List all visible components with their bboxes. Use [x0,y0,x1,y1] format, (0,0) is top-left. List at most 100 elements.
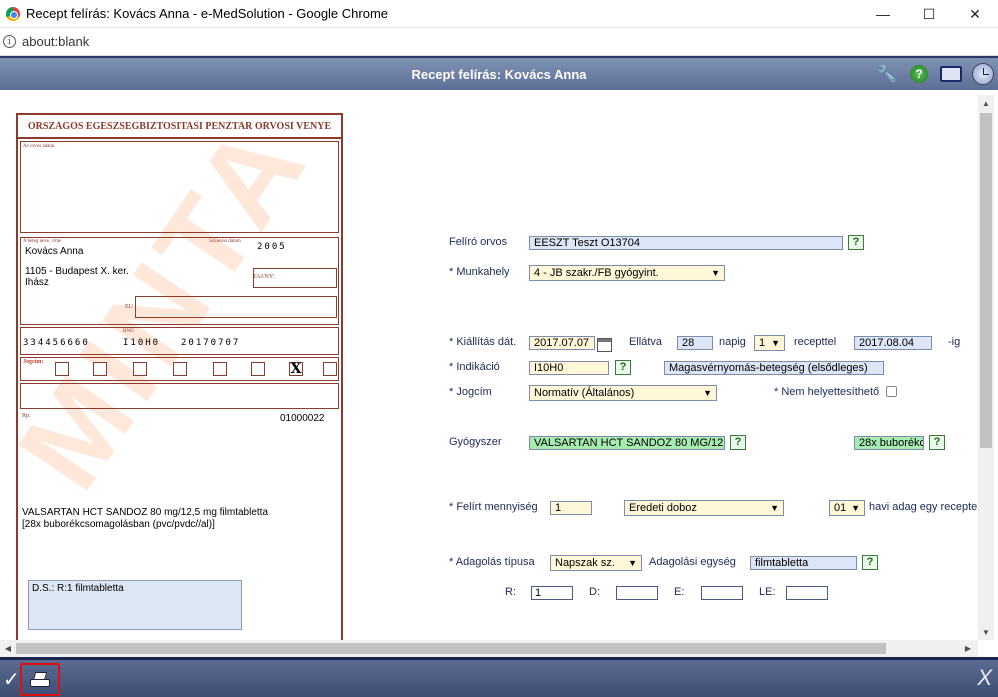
rx-drug-line2: [28x buborékcsomagolásban (pvc/pvdc//al)… [22,519,215,530]
kiszereles-field[interactable]: 28x buborékc [854,436,924,450]
maximize-button[interactable]: ☐ [906,0,952,28]
scroll-right-icon[interactable]: ▶ [960,640,976,657]
kiszereles-help-button[interactable]: ? [929,435,945,450]
clock-button[interactable] [972,63,994,85]
rx-header: ORSZAGOS EGESZSEGBIZTOSITASI PENZTAR ORV… [18,115,341,139]
munkahely-value: 4 - JB szakr./FB gyógyint. [534,267,659,279]
end-date-field[interactable]: 2017.08.04 [854,336,932,350]
eu-box [135,296,337,318]
havi-adag-value: 01 [834,502,847,514]
le-label: LE: [759,586,776,598]
footer-toolbar: ✓ X [0,657,998,697]
screen-button[interactable] [940,63,962,85]
rx-bno-code: I10H0 [123,338,161,348]
vertical-scroll-thumb[interactable] [980,113,992,448]
address-bar[interactable]: i about:blank [0,28,998,56]
info-icon[interactable]: i [3,35,16,48]
scroll-down-icon[interactable]: ▼ [978,624,994,640]
rx-patient-address1: 1105 - Budapest X. ker. [25,266,129,277]
ig-label: -ig [948,336,961,348]
felíro-orvos-field[interactable]: EESZT Teszt O13704 [529,236,843,250]
ellatva-label: Ellátva [629,336,663,348]
gyogyszer-field[interactable]: VALSARTAN HCT SANDOZ 80 MG/12. [529,436,725,450]
indikacio-help-button[interactable]: ? [615,360,631,375]
adagolasi-egyseg-label: Adagolási egység [649,556,736,568]
doctor-data-box: Az orvos adatai [20,141,339,233]
id-numbers-box: 334456660 BNO I10H0 20170707 [20,327,339,355]
adagolasi-egyseg-help-button[interactable]: ? [862,555,878,570]
chevron-down-icon: ▼ [703,388,712,398]
recept-count-select[interactable]: 1 ▼ [754,335,785,351]
patient-data-box: A beteg neve, címe Születési dátum 2005 … [20,237,339,325]
horizontal-scrollbar[interactable]: ◀ ▶ [0,640,978,657]
ellatva-days-field[interactable]: 28 [677,336,713,350]
jogcim-checkbox-3 [133,362,147,376]
gyogyszer-label: Gyógyszer [449,436,502,448]
rx-date-digits: 20170707 [181,338,241,348]
d-label: D: [589,586,600,598]
indikacio-text-field: Magasvérnyomás-betegség (elsődleges) [664,361,884,375]
jogcim-checkbox-6 [251,362,265,376]
patient-label: A beteg neve, címe [23,239,62,244]
munkahely-label: * Munkahely [449,266,510,278]
jogcim-checkbox-4 [173,362,187,376]
kiallitas-date-field[interactable]: 2017.07.07 [529,336,595,350]
vertical-scrollbar[interactable]: ▲ ▼ [978,95,994,640]
d-dose-field[interactable] [616,586,658,600]
jogcim-select[interactable]: Normatív (Általános) ▼ [529,385,717,401]
close-window-button[interactable]: ✕ [952,0,998,28]
recepttel-label: recepttel [794,336,837,348]
felíro-orvos-help-button[interactable]: ? [848,235,864,250]
indikacio-code-field[interactable]: I10H0 [529,361,609,375]
birth-year: 2005 [257,242,287,252]
nem-helyettesitheto-label: * Nem helyettesíthető [774,386,880,398]
scroll-up-icon[interactable]: ▲ [978,95,994,111]
munkahely-select[interactable]: 4 - JB szakr./FB gyógyint. ▼ [529,265,725,281]
window-title: Recept felírás: Kovács Anna - e-MedSolut… [26,6,389,21]
chevron-down-icon: ▼ [851,503,860,513]
ds-textarea[interactable]: D.S.: R:1 filmtabletta [28,580,242,630]
rx-patient-name: Kovács Anna [25,246,84,257]
havi-adag-select[interactable]: 01 ▼ [829,500,865,516]
gyogyszer-help-button[interactable]: ? [730,435,746,450]
jogcim-checkbox-5 [213,362,227,376]
adagolas-tipus-select[interactable]: Napszak sz. ▼ [550,555,642,571]
jogcim-checkbox-x: X [289,361,303,377]
horizontal-scroll-thumb[interactable] [16,643,886,654]
rx-jogcim-label: Jogcím: [23,359,44,365]
clock-icon [972,63,994,85]
prescription-preview: MINTA ORSZAGOS EGESZSEGBIZTOSITASI PENZT… [16,113,343,640]
taj-box [253,268,337,288]
e-dose-field[interactable] [701,586,743,600]
chevron-down-icon: ▼ [771,338,780,348]
help-button[interactable]: ? [908,63,930,85]
app-title: Recept felírás: Kovács Anna [411,66,587,82]
le-dose-field[interactable] [786,586,828,600]
mennyiseg-field[interactable]: 1 [550,501,592,515]
minimize-button[interactable]: — [860,0,906,28]
printer-icon [30,671,50,689]
close-icon[interactable]: X [977,665,992,691]
rx-taj-number: 334456660 [23,338,90,348]
print-button[interactable] [20,663,60,696]
help-icon: ? [910,65,928,83]
doctor-label: Az orvos adatai [23,144,55,149]
chevron-down-icon: ▼ [628,558,637,568]
r-dose-field[interactable]: 1 [531,586,573,600]
napig-label: napig [719,336,746,348]
jogcim-checkbox-2 [93,362,107,376]
calendar-icon[interactable] [597,338,612,352]
scroll-left-icon[interactable]: ◀ [0,640,16,657]
chrome-logo-icon [6,6,20,21]
wrench-icon[interactable]: 🔧 [876,63,898,85]
adagolas-tipus-value: Napszak sz. [555,557,615,569]
doboz-select[interactable]: Eredeti doboz ▼ [624,500,784,516]
url-text[interactable]: about:blank [22,34,89,49]
kiallitas-label: * Kiállítás dát. [449,336,517,348]
ok-check-icon[interactable]: ✓ [3,667,20,692]
nem-helyettesitheto-checkbox[interactable] [886,386,897,397]
adagolas-tipus-label: * Adagolás típusa [449,556,535,568]
chevron-down-icon: ▼ [770,503,779,513]
e-label: E: [674,586,685,598]
rx-drug-line1: VALSARTAN HCT SANDOZ 80 mg/12,5 mg filmt… [22,507,269,518]
